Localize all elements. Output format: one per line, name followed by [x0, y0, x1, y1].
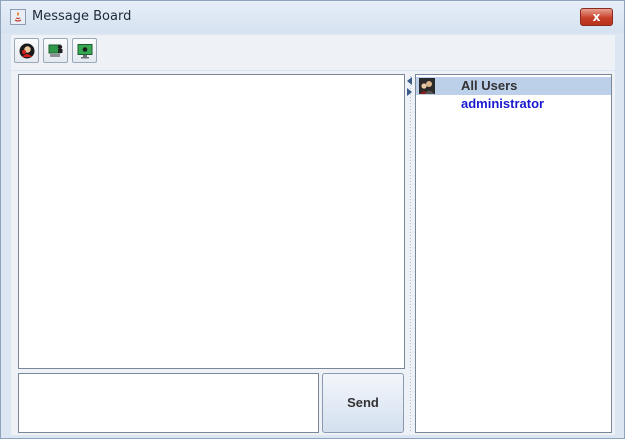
list-item-user[interactable]: administrator — [416, 95, 611, 113]
message-history-area[interactable] — [18, 74, 405, 369]
list-item-all-users[interactable]: All Users — [416, 77, 611, 95]
computer-user-icon — [48, 44, 63, 57]
users-header-label: All Users — [461, 78, 518, 93]
message-input[interactable] — [18, 373, 319, 433]
monitor-button[interactable] — [72, 38, 97, 63]
collapse-left-arrow-icon[interactable] — [407, 77, 412, 85]
title-bar[interactable]: Message Board x — [1, 1, 624, 33]
window-title: Message Board — [32, 9, 132, 24]
close-icon: x — [592, 10, 601, 24]
computer-user-button[interactable] — [43, 38, 68, 63]
user-name: administrator — [461, 96, 545, 111]
main-panel: Send All Users administrator — [11, 71, 615, 435]
send-button[interactable]: Send — [322, 373, 404, 433]
java-app-icon — [10, 9, 26, 25]
toolbar — [11, 35, 615, 70]
close-button[interactable]: x — [580, 8, 613, 26]
users-list: All Users administrator — [415, 74, 612, 433]
user-avatar-icon — [19, 43, 35, 59]
monitor-icon — [77, 44, 93, 59]
user-avatar-button[interactable] — [14, 38, 39, 63]
message-board-window: Message Board x Send All Users administr… — [0, 0, 625, 439]
collapse-right-arrow-icon[interactable] — [407, 88, 412, 96]
split-pane-divider[interactable] — [407, 74, 414, 433]
users-group-icon — [419, 78, 435, 94]
